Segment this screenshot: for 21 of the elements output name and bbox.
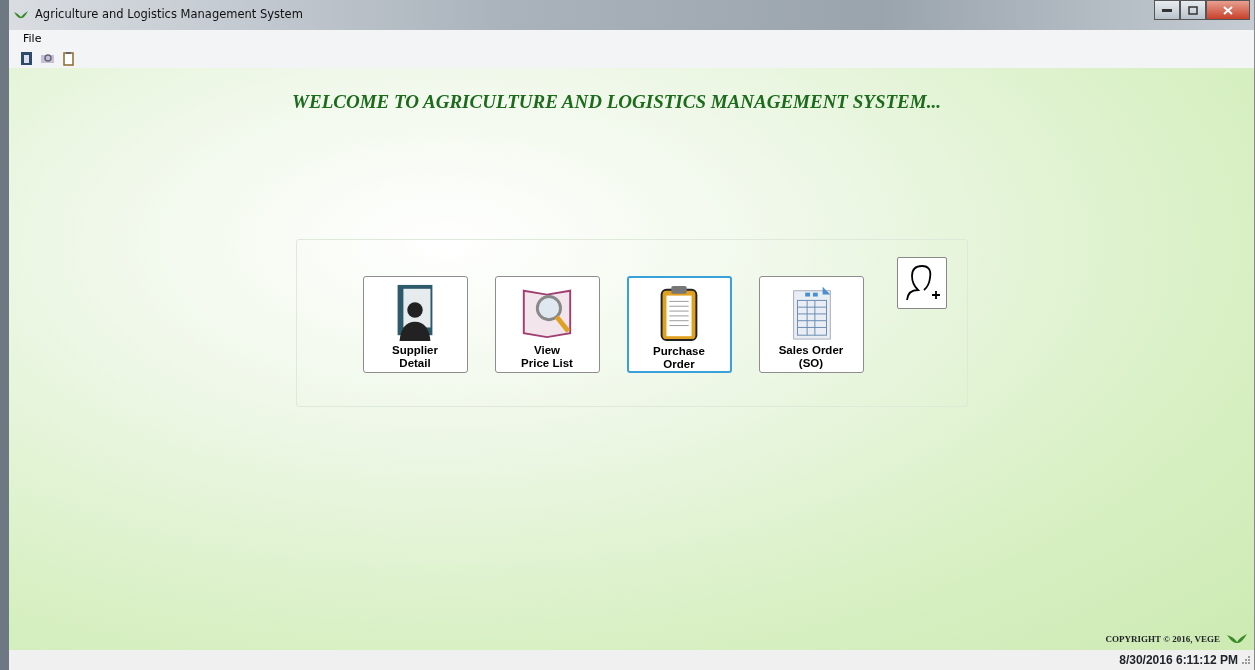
- book-icon[interactable]: [19, 50, 34, 66]
- menu-tile-button[interactable]: Supplier Detail: [362, 275, 468, 373]
- close-button[interactable]: [1206, 0, 1250, 20]
- menu-tile-button[interactable]: Sales Order (SO): [758, 275, 864, 373]
- copyright-text: COPYRIGHT © 2016, VEGE: [1105, 632, 1220, 646]
- welcome-heading: WELCOME TO AGRICULTURE AND LOGISTICS MANAGEMENT SYSTEM...: [292, 90, 941, 114]
- status-datetime: 8/30/2016 6:11:12 PM: [1119, 652, 1238, 669]
- minimize-button[interactable]: [1154, 0, 1180, 20]
- minimize-icon: [1162, 8, 1172, 12]
- leaf-logo-icon: [13, 10, 29, 20]
- menu-item[interactable]: File: [19, 30, 46, 48]
- clipboard-icon[interactable]: [61, 50, 76, 66]
- menu-tile-button[interactable]: Purchase Order: [626, 275, 732, 373]
- window-title: Agriculture and Logistics Management System: [35, 6, 303, 24]
- resize-grip-icon: [1242, 656, 1250, 664]
- close-icon: [1223, 5, 1233, 15]
- maximize-icon: [1188, 5, 1198, 15]
- menu-tile-button[interactable]: View Price List: [494, 275, 600, 373]
- leaf-logo-icon: [1226, 633, 1248, 646]
- maximize-button[interactable]: [1180, 0, 1206, 20]
- add-user-button[interactable]: [896, 256, 947, 309]
